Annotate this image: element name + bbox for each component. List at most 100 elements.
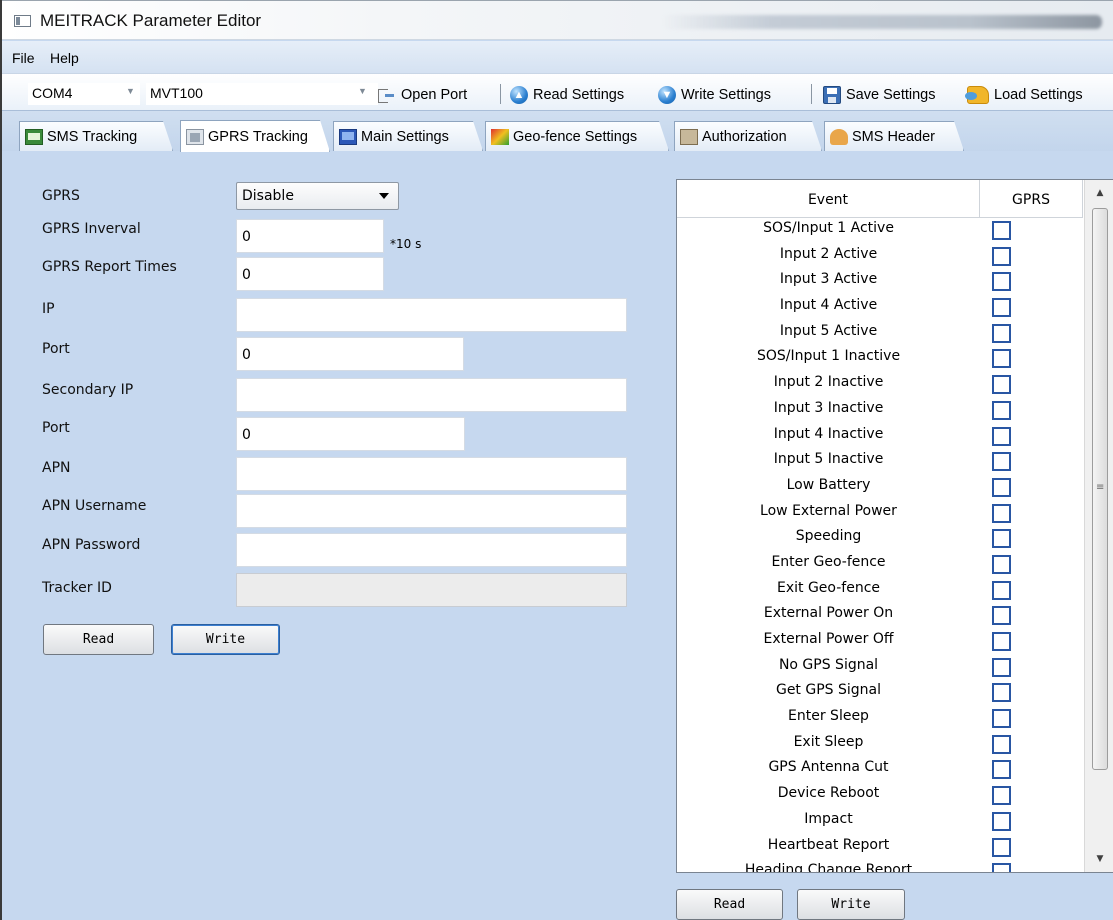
events-table-header: Event GPRS xyxy=(677,180,1083,218)
folder-open-icon xyxy=(965,86,989,104)
gprs-event-checkbox[interactable] xyxy=(992,863,1011,872)
scrollbar-thumb[interactable]: ≡ xyxy=(1092,208,1108,770)
event-name: Heartbeat Report xyxy=(767,836,890,853)
form-read-button[interactable]: Read xyxy=(43,624,154,655)
secondary-ip-input[interactable] xyxy=(236,378,627,412)
table-row: Enter Geo-fence xyxy=(677,552,1083,578)
device-model-select[interactable]: MVT100 ▼ xyxy=(146,83,378,105)
menu-help[interactable]: Help xyxy=(50,50,79,66)
table-row: Heading Change Report xyxy=(677,860,1083,872)
table-row: No GPS Signal xyxy=(677,655,1083,681)
gprs-mode-select[interactable]: Disable xyxy=(236,182,399,210)
open-port-label: Open Port xyxy=(401,87,468,103)
gprs-event-checkbox[interactable] xyxy=(992,221,1011,240)
event-name: Enter Geo-fence xyxy=(771,553,886,570)
tab-label: GPRS Tracking xyxy=(208,128,308,145)
tab-gprs-tracking[interactable]: GPRS Tracking xyxy=(180,120,330,152)
event-name: Impact xyxy=(804,810,853,827)
apn-username-label: APN Username xyxy=(42,498,147,514)
write-settings-button[interactable]: ▼ Write Settings xyxy=(658,84,771,106)
events-write-button[interactable]: Write xyxy=(797,889,905,920)
event-name: SOS/Input 1 Active xyxy=(763,220,894,236)
menu-bar: File Help xyxy=(2,41,1113,73)
event-name: No GPS Signal xyxy=(778,656,879,673)
gprs-report-times-input[interactable]: 0 xyxy=(236,257,384,291)
secondary-port-value: 0 xyxy=(242,427,251,443)
gprs-event-checkbox[interactable] xyxy=(992,477,1011,497)
gprs-event-checkbox[interactable] xyxy=(992,349,1011,369)
tab-sms-header[interactable]: SMS Header xyxy=(824,121,964,151)
table-row: Enter Sleep xyxy=(677,706,1083,732)
gprs-event-checkbox[interactable] xyxy=(992,400,1011,420)
column-header-event[interactable]: Event xyxy=(677,180,980,218)
gprs-event-checkbox[interactable] xyxy=(992,580,1011,600)
apn-password-input[interactable] xyxy=(236,533,627,567)
save-settings-label: Save Settings xyxy=(846,87,936,103)
device-model-value: MVT100 xyxy=(150,85,203,101)
grip-icon: ≡ xyxy=(1096,482,1105,493)
gprs-event-checkbox[interactable] xyxy=(992,811,1011,831)
gprs-event-checkbox[interactable] xyxy=(992,606,1011,626)
form-write-button[interactable]: Write xyxy=(171,624,280,655)
gprs-label: GPRS xyxy=(42,188,80,204)
read-settings-label: Read Settings xyxy=(533,87,625,103)
com-port-select[interactable]: COM4 ▼ xyxy=(28,83,140,105)
ip-input[interactable] xyxy=(236,298,627,332)
table-row: Impact xyxy=(677,809,1083,835)
menu-file[interactable]: File xyxy=(12,50,35,66)
open-port-button[interactable]: Open Port xyxy=(376,84,467,106)
gprs-event-checkbox[interactable] xyxy=(992,657,1011,677)
events-read-button[interactable]: Read xyxy=(676,889,783,920)
table-row: GPS Antenna Cut xyxy=(677,757,1083,783)
scroll-up-arrow-icon[interactable]: ▲ xyxy=(1085,182,1113,204)
event-name: Input 3 Inactive xyxy=(773,399,884,416)
gprs-event-checkbox[interactable] xyxy=(992,554,1011,574)
table-row: Speeding xyxy=(677,526,1083,552)
event-name: Input 5 Inactive xyxy=(773,451,884,468)
gprs-event-checkbox[interactable] xyxy=(992,503,1011,523)
tab-main-settings[interactable]: Main Settings xyxy=(333,121,483,151)
person-icon xyxy=(830,129,848,145)
gprs-event-checkbox[interactable] xyxy=(992,452,1011,472)
event-name: Input 5 Active xyxy=(779,322,878,339)
load-settings-button[interactable]: Load Settings xyxy=(965,84,1083,106)
tab-label: Main Settings xyxy=(361,128,449,145)
gprs-event-checkbox[interactable] xyxy=(992,323,1011,343)
title-bar[interactable]: MEITRACK Parameter Editor xyxy=(2,0,1113,40)
event-name: Input 3 Active xyxy=(779,271,878,288)
table-row: Input 4 Inactive xyxy=(677,424,1083,450)
gprs-event-checkbox[interactable] xyxy=(992,272,1011,292)
event-name: GPS Antenna Cut xyxy=(768,759,889,776)
gprs-event-checkbox[interactable] xyxy=(992,760,1011,780)
tab-sms-tracking[interactable]: SMS Tracking xyxy=(19,121,173,151)
tab-geo-fence-settings[interactable]: Geo-fence Settings xyxy=(485,121,669,151)
events-table[interactable]: Event GPRS SOS/Input 1 Active Input 2 Act… xyxy=(676,179,1113,873)
gprs-event-checkbox[interactable] xyxy=(992,298,1011,318)
port-input[interactable]: 0 xyxy=(236,337,464,371)
tab-authorization[interactable]: Authorization xyxy=(674,121,822,151)
gprs-event-checkbox[interactable] xyxy=(992,529,1011,549)
gprs-event-checkbox[interactable] xyxy=(992,246,1011,266)
column-header-gprs[interactable]: GPRS xyxy=(980,180,1083,218)
events-scrollbar[interactable]: ▲ ≡ ▼ xyxy=(1084,180,1113,872)
scroll-down-arrow-icon[interactable]: ▼ xyxy=(1085,848,1113,870)
read-settings-button[interactable]: ▲ Read Settings xyxy=(510,84,624,106)
gprs-event-checkbox[interactable] xyxy=(992,632,1011,651)
gprs-event-checkbox[interactable] xyxy=(992,426,1011,446)
gprs-event-checkbox[interactable] xyxy=(992,375,1011,395)
port-label: Port xyxy=(42,341,70,357)
gprs-event-checkbox[interactable] xyxy=(992,709,1011,729)
table-row: Heartbeat Report xyxy=(677,835,1083,861)
gprs-event-checkbox[interactable] xyxy=(992,683,1011,703)
apn-username-input[interactable] xyxy=(236,494,627,528)
secondary-ip-label: Secondary IP xyxy=(42,382,134,398)
gprs-interval-input[interactable]: 0 xyxy=(236,219,384,253)
save-settings-button[interactable]: Save Settings xyxy=(823,84,935,106)
secondary-port-input[interactable]: 0 xyxy=(236,417,465,451)
table-row: Low Battery xyxy=(677,475,1083,501)
event-name: Get GPS Signal xyxy=(775,682,882,699)
apn-input[interactable] xyxy=(236,457,627,491)
gprs-event-checkbox[interactable] xyxy=(992,837,1011,857)
gprs-event-checkbox[interactable] xyxy=(992,734,1011,754)
gprs-event-checkbox[interactable] xyxy=(992,786,1011,806)
